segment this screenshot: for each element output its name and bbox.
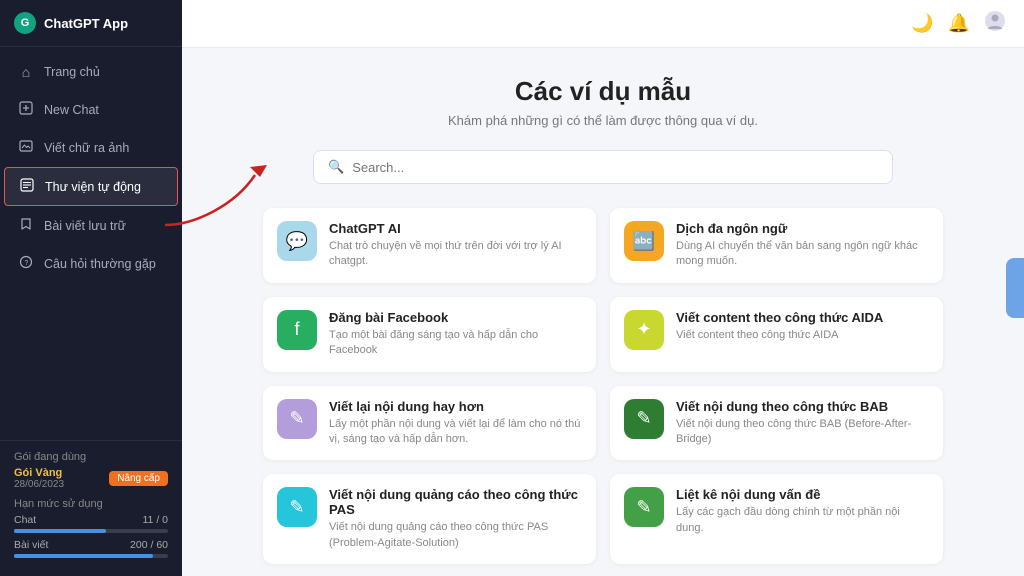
plan-row: Gói Vàng 28/06/2023 Nâng cấp [14,467,168,490]
logo-icon: G [14,12,36,34]
card-multilang[interactable]: 🔤 Dịch đa ngôn ngữ Dùng AI chuyển thể vă… [610,208,943,283]
usage-posts-count: 200 / 60 [130,539,168,551]
plan-section-label: Gói đang dùng [14,451,168,463]
new-chat-icon [18,101,34,118]
cards-grid: 💬 ChatGPT AI Chat trò chuyện về mọi thứ … [263,208,943,576]
main-content: 🌙 🔔 Các ví dụ mẫu Khám phá những gì có t… [182,0,1024,576]
sidebar-item-write-image[interactable]: Viết chữ ra ảnh [4,129,178,166]
card-icon-bab: ✎ [624,399,664,439]
plan-date: 28/06/2023 [14,479,64,490]
card-title-bab: Viết nội dung theo công thức BAB [676,399,929,414]
sidebar-item-new-chat-label: New Chat [44,103,99,117]
card-text-aida: Viết content theo công thức AIDA Viết co… [676,310,929,343]
card-text-chatgpt-ai: ChatGPT AI Chat trò chuyện về mọi thứ tr… [329,221,582,270]
usage-chat-count: 11 / 0 [143,514,169,526]
sidebar-item-faq[interactable]: ? Câu hỏi thường gặp [4,245,178,282]
page-subtitle: Khám phá những gì có thể làm được thông … [222,113,984,128]
card-text-multilang: Dịch đa ngôn ngữ Dùng AI chuyển thể văn … [676,221,929,270]
card-text-facebook-post: Đăng bài Facebook Tạo một bài đăng sáng … [329,310,582,359]
search-bar: 🔍 [313,150,893,184]
card-text-bab: Viết nội dung theo công thức BAB Viết nộ… [676,399,929,448]
card-title-chatgpt-ai: ChatGPT AI [329,221,582,236]
card-facebook-post[interactable]: f Đăng bài Facebook Tạo một bài đăng sán… [263,297,596,372]
chat-progress-fill [14,529,106,533]
sidebar-item-auto-library-label: Thư viện tự động [45,180,141,194]
card-title-aida: Viết content theo công thức AIDA [676,310,929,325]
card-desc-pas: Viết nội dung quảng cáo theo công thức P… [329,520,582,551]
sidebar-item-new-chat[interactable]: New Chat [4,91,178,128]
card-icon-pas: ✎ [277,487,317,527]
card-title-pas: Viết nội dung quảng cáo theo công thức P… [329,487,582,517]
posts-progress-fill [14,554,153,558]
sidebar-item-saved-posts[interactable]: Bài viết lưu trữ [4,207,178,244]
card-bab[interactable]: ✎ Viết nội dung theo công thức BAB Viết … [610,386,943,461]
card-icon-chatgpt-ai: 💬 [277,221,317,261]
card-text-pas: Viết nội dung quảng cáo theo công thức P… [329,487,582,551]
card-icon-rewrite: ✎ [277,399,317,439]
card-title-multilang: Dịch đa ngôn ngữ [676,221,929,236]
sidebar-item-saved-posts-label: Bài viết lưu trữ [44,219,126,233]
card-desc-list-content: Lấy các gạch đầu dòng chính từ một phần … [676,505,929,536]
card-desc-bab: Viết nội dung theo công thức BAB (Before… [676,417,929,448]
usage-section: Hạn mức sử dụng Chat 11 / 0 Bài viết 200… [14,498,168,558]
card-icon-facebook-post: f [277,310,317,350]
sidebar-item-home[interactable]: ⌂ Trang chủ [4,54,178,90]
usage-row-posts: Bài viết 200 / 60 [14,539,168,551]
card-title-rewrite: Viết lại nội dung hay hơn [329,399,582,414]
search-input[interactable] [352,160,878,175]
sidebar: G ChatGPT App ⌂ Trang chủ New Chat Viết … [0,0,182,576]
sidebar-bottom: Gói đang dùng Gói Vàng 28/06/2023 Nâng c… [0,440,182,576]
right-edge-indicator [1006,258,1024,318]
app-logo: G ChatGPT App [0,0,182,47]
card-rewrite[interactable]: ✎ Viết lại nội dung hay hơn Lấy một phần… [263,386,596,461]
sidebar-item-home-label: Trang chủ [44,65,100,79]
home-icon: ⌂ [18,64,34,80]
card-chatgpt-ai[interactable]: 💬 ChatGPT AI Chat trò chuyện về mọi thứ … [263,208,596,283]
card-title-facebook-post: Đăng bài Facebook [329,310,582,325]
svg-text:?: ? [25,260,29,267]
usage-chat-label: Chat [14,514,36,526]
write-image-icon [18,139,34,156]
card-aida[interactable]: ✦ Viết content theo công thức AIDA Viết … [610,297,943,372]
sidebar-item-auto-library[interactable]: Thư viện tự động [4,167,178,206]
card-list-content[interactable]: ✎ Liệt kê nội dung vấn đề Lấy các gạch đ… [610,474,943,564]
sidebar-nav: ⌂ Trang chủ New Chat Viết chữ ra ảnh Thư… [0,47,182,440]
usage-posts-label: Bài viết [14,539,48,551]
notifications-icon[interactable]: 🔔 [948,13,970,34]
card-icon-aida: ✦ [624,310,664,350]
card-title-list-content: Liệt kê nội dung vấn đề [676,487,929,502]
user-avatar[interactable] [984,10,1006,37]
card-desc-aida: Viết content theo công thức AIDA [676,328,929,343]
card-icon-list-content: ✎ [624,487,664,527]
faq-icon: ? [18,255,34,272]
card-text-list-content: Liệt kê nội dung vấn đề Lấy các gạch đầu… [676,487,929,536]
card-desc-facebook-post: Tạo một bài đăng sáng tạo và hấp dẫn cho… [329,328,582,359]
usage-section-label: Hạn mức sử dụng [14,498,168,510]
card-pas[interactable]: ✎ Viết nội dung quảng cáo theo công thức… [263,474,596,564]
topbar: 🌙 🔔 [182,0,1024,48]
card-icon-multilang: 🔤 [624,221,664,261]
sidebar-item-faq-label: Câu hỏi thường gặp [44,257,156,271]
app-name: ChatGPT App [44,16,128,31]
saved-posts-icon [18,217,34,234]
auto-library-icon [19,178,35,195]
card-text-rewrite: Viết lại nội dung hay hơn Lấy một phần n… [329,399,582,448]
upgrade-button[interactable]: Nâng cấp [109,471,168,486]
theme-toggle-icon[interactable]: 🌙 [911,13,933,34]
usage-row-chat: Chat 11 / 0 [14,514,168,526]
page-title: Các ví dụ mẫu [222,76,984,107]
search-icon: 🔍 [328,159,344,175]
content-area: Các ví dụ mẫu Khám phá những gì có thể l… [182,48,1024,576]
plan-name: Gói Vàng [14,467,64,479]
posts-progress-bg [14,554,168,558]
sidebar-item-write-image-label: Viết chữ ra ảnh [44,141,129,155]
card-desc-multilang: Dùng AI chuyển thể văn bản sang ngôn ngữ… [676,239,929,270]
chat-progress-bg [14,529,168,533]
card-desc-rewrite: Lấy một phần nội dung và viết lại để làm… [329,417,582,448]
card-desc-chatgpt-ai: Chat trò chuyện về mọi thứ trên đời với … [329,239,582,270]
